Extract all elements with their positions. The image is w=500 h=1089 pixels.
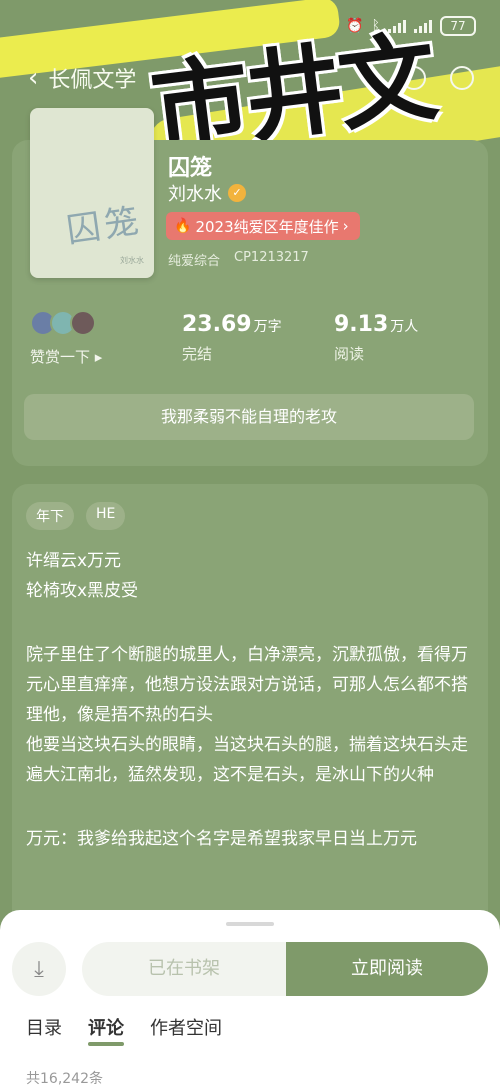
read-label: 阅读	[334, 345, 365, 363]
fire-icon: 🔥	[174, 218, 192, 234]
word-count-unit: 万字	[253, 319, 282, 335]
verified-icon: ✓	[228, 184, 246, 202]
tag-chip[interactable]: 年下	[26, 502, 74, 530]
read-now-button[interactable]: 立即阅读	[286, 942, 488, 996]
avatar	[70, 310, 96, 336]
tag-chip[interactable]: HE	[86, 502, 126, 530]
book-meta: 纯爱综合 CP1213217	[168, 250, 309, 269]
desc-line: 许缙云x万元	[26, 551, 122, 571]
sheet-handle[interactable]	[226, 922, 274, 926]
book-detail-page: ⏰ ᛒ 77 ‹ 长佩文学 市井文 囚笼 刘水水 囚笼 刘水水 ✓ 🔥 2023…	[0, 0, 500, 1089]
desc-paragraph: 他要当这块石头的眼睛，当这块石头的腿，揣着这块石头走遍大江南北，猛然发现，这不是…	[26, 735, 468, 785]
comment-count: 共16,242条	[26, 1071, 103, 1087]
read-count-stat: 9.13 万人 阅读	[334, 312, 418, 364]
nav-title: 长佩文学	[48, 68, 137, 93]
desc-line: 轮椅攻x黑皮受	[26, 581, 139, 601]
author-name: 刘水水	[168, 184, 222, 205]
play-arrow-icon: ▸	[94, 348, 103, 366]
award-label: 2023纯爱区年度佳作	[195, 217, 339, 236]
read-count-unit: 万人	[390, 319, 419, 335]
cover-title: 囚笼	[64, 200, 145, 252]
book-title: 囚笼	[168, 156, 213, 181]
book-category: 纯爱综合	[168, 254, 221, 269]
book-description: 许缙云x万元 轮椅攻x黑皮受 院子里住了个断腿的城里人，白净漂亮，沉默孤傲，看得…	[26, 546, 478, 854]
read-count-value: 9.13	[334, 312, 389, 337]
book-code: CP1213217	[234, 250, 309, 265]
download-icon: ⤓	[34, 956, 44, 982]
tab-bar: 目录 评论 作者空间	[26, 1014, 222, 1046]
tab-toc[interactable]: 目录	[26, 1014, 62, 1040]
cheer-button[interactable]: 赞赏一下 ▸	[30, 346, 102, 367]
status-label: 完结	[182, 345, 213, 363]
word-count-stat: 23.69 万字 完结	[182, 312, 282, 364]
word-count-value: 23.69	[182, 312, 252, 337]
tab-author-space[interactable]: 作者空间	[150, 1014, 222, 1040]
supporter-avatars[interactable]	[30, 310, 96, 336]
cheer-label: 赞赏一下	[30, 348, 91, 366]
book-tagline: 我那柔弱不能自理的老攻	[24, 394, 474, 440]
top-nav: ‹ 长佩文学	[28, 62, 136, 94]
book-cover[interactable]: 囚笼 刘水水	[30, 108, 154, 278]
tab-comments[interactable]: 评论	[88, 1014, 124, 1046]
in-bookshelf-button[interactable]: 已在书架	[82, 942, 286, 996]
download-button[interactable]: ⤓	[12, 942, 66, 996]
bottom-sheet: ⤓ 已在书架 立即阅读 目录 评论 作者空间 共16,242条	[0, 910, 500, 1089]
desc-paragraph: 万元：我爹给我起这个名字是希望我家早日当上万元	[26, 829, 417, 849]
award-badge[interactable]: 🔥 2023纯爱区年度佳作 ›	[166, 212, 360, 240]
cover-author: 刘水水	[120, 256, 144, 265]
tag-list: 年下 HE	[26, 502, 126, 530]
chevron-right-icon: ›	[342, 217, 349, 235]
desc-paragraph: 院子里住了个断腿的城里人，白净漂亮，沉默孤傲，看得万元心里直痒痒，他想方设法跟对…	[26, 645, 468, 725]
back-icon[interactable]: ‹	[28, 65, 38, 91]
author-link[interactable]: 刘水水 ✓	[168, 180, 246, 206]
